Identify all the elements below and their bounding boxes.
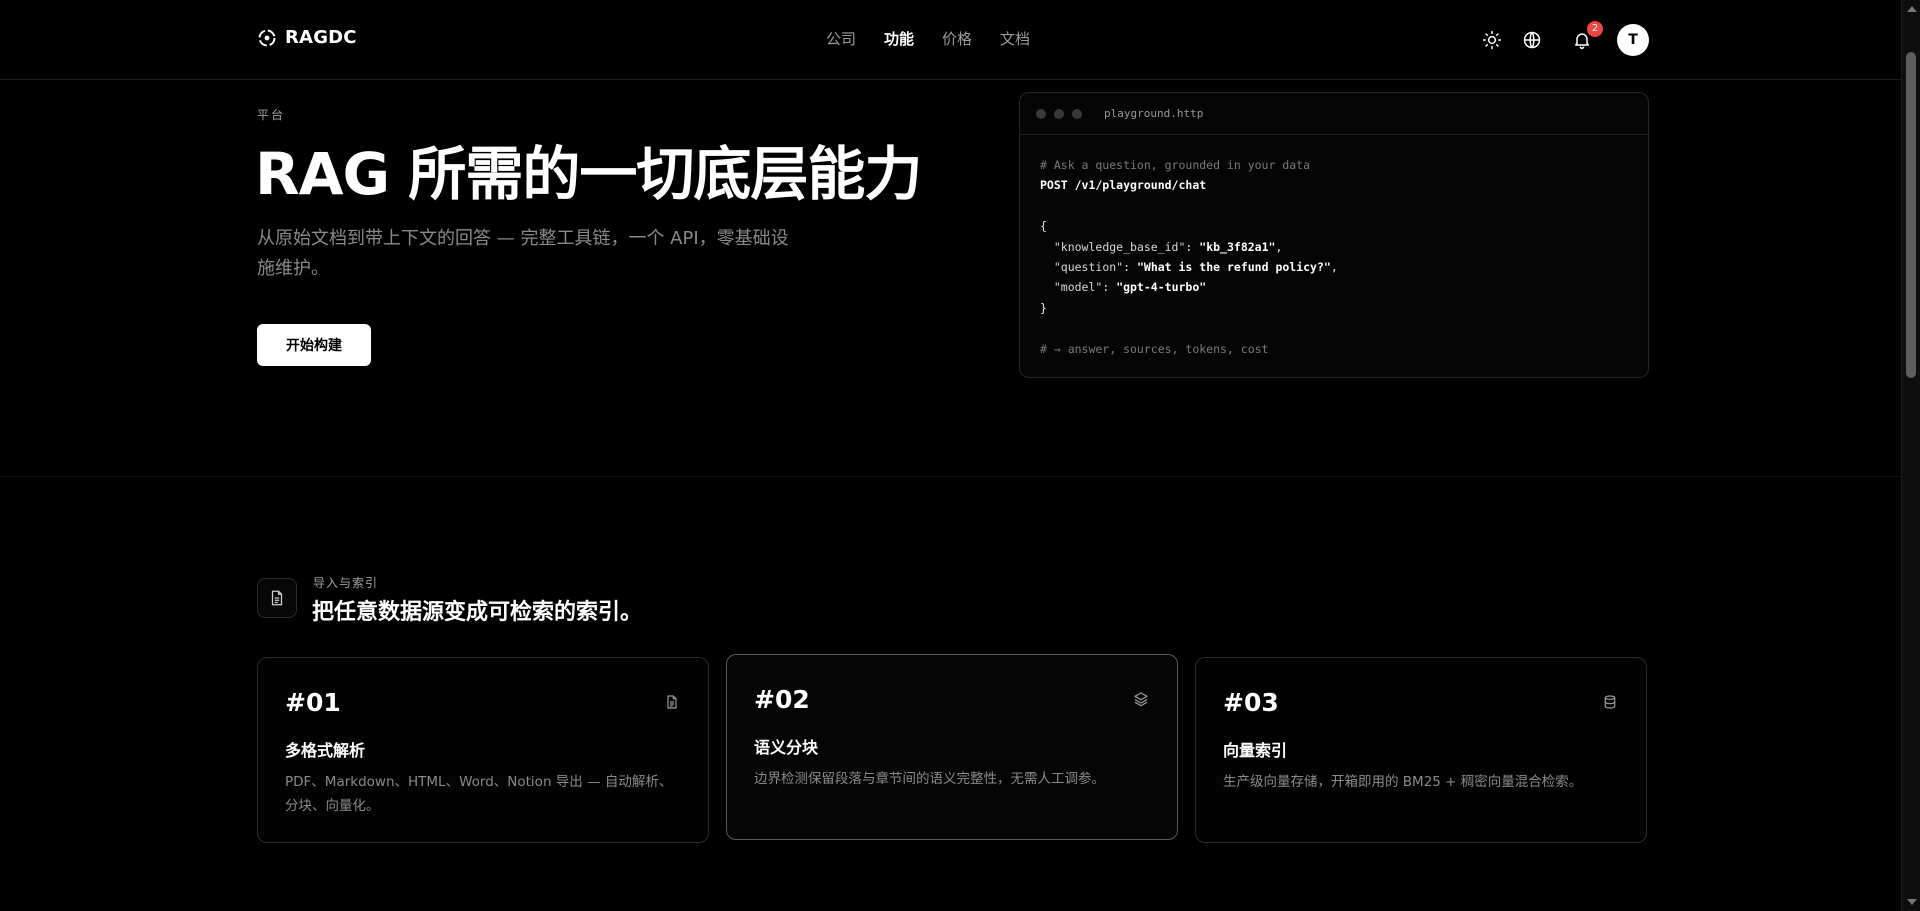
code-filename: playground.http	[1104, 107, 1204, 120]
document-icon	[271, 590, 283, 606]
globe-icon	[1523, 31, 1541, 49]
code-line: "knowledge_base_id": "kb_3f82a1",	[1053, 239, 1283, 254]
code-line: "model": "gpt-4-turbo"	[1053, 280, 1207, 295]
scroll-up-arrow-icon[interactable]	[1907, 6, 1917, 12]
card-description: 生产级向量存储，开箱即用的 BM25 + 稠密向量混合检索。	[1223, 774, 1583, 790]
section-icon-box	[257, 578, 297, 618]
scroll-down-arrow-icon[interactable]	[1907, 899, 1917, 905]
feature-card-02[interactable]: #02 语义分块 边界检测保留段落与章节间的语义完整性，无需人工调参。	[726, 654, 1178, 840]
card-description: PDF、Markdown、HTML、Word、Notion 导出 — 自动解析、…	[285, 774, 673, 814]
main-nav: 公司 功能 价格 文档	[826, 28, 1030, 49]
top-navigation-bar: RAGDC 公司 功能 价格 文档 2 T	[0, 0, 1901, 80]
start-building-button[interactable]: 开始构建	[257, 324, 371, 366]
scrollbar-thumb[interactable]	[1906, 52, 1916, 378]
code-key: "knowledge_base_id"	[1053, 239, 1186, 254]
code-close-brace: }	[1040, 300, 1047, 315]
hero-subtitle: 从原始文档到带上下文的回答 — 完整工具链，一个 API，零基础设施维护。	[257, 228, 789, 279]
theme-toggle-button[interactable]	[1481, 29, 1503, 51]
card-title: 向量索引	[1223, 741, 1288, 760]
code-key: "model"	[1053, 280, 1103, 295]
code-value: "gpt-4-turbo"	[1116, 280, 1207, 295]
language-button[interactable]	[1521, 29, 1543, 51]
code-playground-panel: playground.http # Ask a question, ground…	[1019, 92, 1649, 378]
code-block: # Ask a question, grounded in your data P…	[1020, 135, 1648, 377]
nav-item-features[interactable]: 功能	[884, 28, 914, 49]
feature-card-01[interactable]: #01 多格式解析 PDF、Markdown、HTML、Word、Notion …	[257, 657, 709, 843]
brand-logo-icon	[258, 29, 276, 46]
card-number: #03	[1223, 688, 1279, 717]
card-description: 边界检测保留段落与章节间的语义完整性，无需人工调参。	[754, 771, 1105, 787]
code-comment: # → answer, sources, tokens, cost	[1040, 341, 1269, 356]
code-trail: ,	[1330, 260, 1338, 275]
card-number: #02	[754, 685, 810, 714]
code-panel-header: playground.http	[1020, 93, 1648, 135]
section-eyebrow: 导入与索引	[313, 576, 379, 590]
code-line: "question": "What is the refund policy?"…	[1053, 260, 1338, 275]
user-avatar[interactable]: T	[1617, 24, 1649, 56]
nav-item-company[interactable]: 公司	[826, 28, 856, 49]
nav-item-docs[interactable]: 文档	[1000, 28, 1030, 49]
document-icon	[667, 695, 677, 709]
window-dot-icon	[1036, 108, 1046, 119]
hero-title: RAG 所需的一切底层能力	[255, 140, 922, 208]
page-scrollbar[interactable]	[1901, 0, 1920, 911]
notifications-button[interactable]: 2	[1571, 21, 1603, 51]
layers-icon	[1134, 692, 1148, 707]
nav-item-pricing[interactable]: 价格	[942, 28, 972, 49]
notification-count-badge: 2	[1587, 21, 1603, 37]
card-number: #01	[285, 688, 341, 717]
card-title: 多格式解析	[285, 741, 366, 760]
code-value: "kb_3f82a1"	[1199, 239, 1276, 254]
feature-card-03[interactable]: #03 向量索引 生产级向量存储，开箱即用的 BM25 + 稠密向量混合检索。	[1195, 657, 1647, 843]
code-request-line: POST /v1/playground/chat	[1040, 178, 1207, 193]
brand[interactable]: RAGDC	[257, 27, 357, 48]
section-title: 把任意数据源变成可检索的索引。	[312, 600, 643, 625]
code-comment: # Ask a question, grounded in your data	[1040, 158, 1311, 172]
window-dot-icon	[1072, 108, 1082, 119]
code-open-brace: {	[1040, 219, 1047, 234]
window-dot-icon	[1054, 108, 1064, 119]
code-value: "What is the refund policy?"	[1136, 260, 1331, 275]
brand-name: RAGDC	[285, 27, 357, 48]
section-divider	[0, 476, 1901, 477]
header-actions: 2 T	[1481, 21, 1649, 56]
code-key: "question"	[1053, 260, 1124, 275]
database-icon	[1604, 695, 1616, 709]
card-title: 语义分块	[754, 738, 819, 757]
code-trail: ,	[1275, 239, 1283, 254]
sun-icon	[1482, 30, 1502, 50]
hero-eyebrow: 平台	[257, 108, 286, 122]
